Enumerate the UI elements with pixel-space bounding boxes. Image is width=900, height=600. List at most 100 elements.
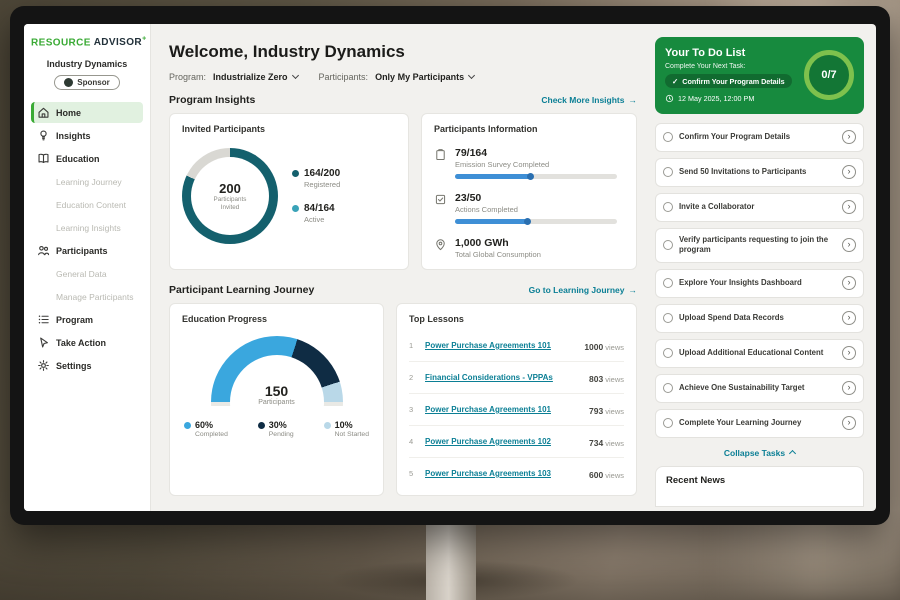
lesson-views-unit: views bbox=[605, 439, 624, 448]
not-started-value: 10% bbox=[335, 420, 369, 430]
task-row-explore-insights[interactable]: Explore Your Insights Dashboard › bbox=[655, 269, 864, 298]
lesson-row: 1 Power Purchase Agreements 101 1000view… bbox=[409, 330, 624, 362]
sidebar-item-learning-insights[interactable]: Learning Insights bbox=[31, 217, 143, 238]
task-label: Invite a Collaborator bbox=[679, 202, 836, 212]
nav-label-education: Education bbox=[56, 154, 100, 164]
lesson-link[interactable]: Power Purchase Agreements 101 bbox=[425, 341, 576, 350]
program-insights-header: Program Insights Check More Insights → bbox=[169, 94, 637, 106]
task-row-confirm-program[interactable]: Confirm Your Program Details › bbox=[655, 123, 864, 152]
completed-label: Completed bbox=[195, 431, 228, 438]
active-dot bbox=[292, 205, 299, 212]
todo-next-task: Confirm Your Program Details bbox=[682, 77, 784, 86]
task-checkbox[interactable] bbox=[663, 418, 673, 428]
lesson-rank: 5 bbox=[409, 469, 417, 478]
task-row-verify-participants[interactable]: Verify participants requesting to join t… bbox=[655, 228, 864, 263]
sidebar-item-manage-participants[interactable]: Manage Participants bbox=[31, 286, 143, 307]
people-icon bbox=[37, 244, 50, 257]
nav-label-take-action: Take Action bbox=[56, 338, 106, 348]
task-checkbox[interactable] bbox=[663, 383, 673, 393]
registered-label: Registered bbox=[304, 180, 340, 189]
chevron-right-icon[interactable]: › bbox=[842, 238, 856, 252]
task-label: Achieve One Sustainability Target bbox=[679, 383, 836, 393]
sidebar-item-insights[interactable]: Insights bbox=[31, 125, 143, 146]
chevron-right-icon[interactable]: › bbox=[842, 381, 856, 395]
lesson-views-unit: views bbox=[605, 471, 624, 480]
sidebar: RESOURCE ADVISOR+ Industry Dynamics Spon… bbox=[24, 24, 151, 511]
lesson-views-count: 734 bbox=[589, 438, 603, 448]
chevron-right-icon[interactable]: › bbox=[842, 165, 856, 179]
pending-value: 30% bbox=[269, 420, 294, 430]
legend-item-pending: 30% Pending bbox=[258, 420, 294, 438]
brand-logo: RESOURCE ADVISOR+ bbox=[31, 36, 143, 48]
lesson-link[interactable]: Power Purchase Agreements 101 bbox=[425, 405, 581, 414]
nav-label-learning-journey: Learning Journey bbox=[56, 177, 122, 187]
task-checkbox[interactable] bbox=[663, 132, 673, 142]
go-to-learning-journey-link[interactable]: Go to Learning Journey → bbox=[529, 285, 637, 295]
registered-dot bbox=[292, 170, 299, 177]
emission-survey-progress-track bbox=[455, 174, 617, 179]
task-checkbox[interactable] bbox=[663, 348, 673, 358]
chevron-right-icon[interactable]: › bbox=[842, 416, 856, 430]
sidebar-item-general-data[interactable]: General Data bbox=[31, 263, 143, 284]
map-pin-icon bbox=[434, 238, 447, 251]
participants-dropdown-value: Only My Participants bbox=[375, 72, 464, 82]
lesson-views: 734views bbox=[589, 433, 624, 451]
task-row-achieve-target[interactable]: Achieve One Sustainability Target › bbox=[655, 374, 864, 403]
task-checkbox[interactable] bbox=[663, 278, 673, 288]
lesson-views-count: 600 bbox=[589, 470, 603, 480]
nav-label-manage-participants: Manage Participants bbox=[56, 292, 134, 302]
task-label: Send 50 Invitations to Participants bbox=[679, 167, 836, 177]
sidebar-item-participants[interactable]: Participants bbox=[31, 240, 143, 261]
task-row-upload-educational-content[interactable]: Upload Additional Educational Content › bbox=[655, 339, 864, 368]
lesson-views-count: 803 bbox=[589, 374, 603, 384]
todo-task-list: Confirm Your Program Details › Send 50 I… bbox=[655, 123, 864, 444]
todo-due-text: 12 May 2025, 12:00 PM bbox=[678, 94, 754, 103]
check-more-insights-link[interactable]: Check More Insights → bbox=[541, 95, 637, 105]
pending-dot bbox=[258, 422, 265, 429]
lesson-link[interactable]: Power Purchase Agreements 102 bbox=[425, 437, 581, 446]
task-checkbox[interactable] bbox=[663, 202, 673, 212]
education-gauge-center: 150 Participants bbox=[211, 383, 343, 406]
task-row-send-invitations[interactable]: Send 50 Invitations to Participants › bbox=[655, 158, 864, 187]
consumption-label: Total Global Consumption bbox=[455, 250, 624, 259]
chevron-right-icon[interactable]: › bbox=[842, 276, 856, 290]
chevron-right-icon[interactable]: › bbox=[842, 200, 856, 214]
chevron-right-icon[interactable]: › bbox=[842, 311, 856, 325]
sidebar-item-home[interactable]: Home bbox=[31, 102, 143, 123]
completed-dot bbox=[184, 422, 191, 429]
sidebar-item-education[interactable]: Education bbox=[31, 148, 143, 169]
lesson-link[interactable]: Financial Considerations - VPPAs bbox=[425, 373, 581, 382]
lesson-views-count: 1000 bbox=[584, 342, 603, 352]
page-title: Welcome, Industry Dynamics bbox=[169, 42, 637, 62]
monitor-stand bbox=[426, 525, 476, 600]
sidebar-item-program[interactable]: Program bbox=[31, 309, 143, 330]
todo-header-card: Your To Do List Complete Your Next Task:… bbox=[655, 37, 864, 114]
actions-progress-fill bbox=[455, 219, 530, 224]
sidebar-item-education-content[interactable]: Education Content bbox=[31, 194, 143, 215]
chevron-right-icon[interactable]: › bbox=[842, 346, 856, 360]
task-row-invite-collaborator[interactable]: Invite a Collaborator › bbox=[655, 193, 864, 222]
pending-label: Pending bbox=[269, 431, 294, 438]
task-row-upload-spend-data[interactable]: Upload Spend Data Records › bbox=[655, 304, 864, 333]
learning-journey-header: Participant Learning Journey Go to Learn… bbox=[169, 284, 637, 296]
task-label: Upload Spend Data Records bbox=[679, 313, 836, 323]
emission-survey-progress-fill bbox=[455, 174, 533, 179]
nav-label-participants: Participants bbox=[56, 246, 108, 256]
sidebar-item-take-action[interactable]: Take Action bbox=[31, 332, 143, 353]
lesson-link[interactable]: Power Purchase Agreements 103 bbox=[425, 469, 581, 478]
task-checkbox[interactable] bbox=[663, 240, 673, 250]
chevron-right-icon[interactable]: › bbox=[842, 130, 856, 144]
nav-label-education-content: Education Content bbox=[56, 200, 126, 210]
sidebar-item-settings[interactable]: Settings bbox=[31, 355, 143, 376]
task-checkbox[interactable] bbox=[663, 167, 673, 177]
sidebar-item-learning-journey[interactable]: Learning Journey bbox=[31, 171, 143, 192]
participants-dropdown[interactable]: Only My Participants bbox=[375, 72, 474, 82]
collapse-tasks-link[interactable]: Collapse Tasks bbox=[655, 448, 864, 458]
sponsor-label: Sponsor bbox=[77, 78, 109, 87]
task-checkbox[interactable] bbox=[663, 313, 673, 323]
task-row-complete-learning-journey[interactable]: Complete Your Learning Journey › bbox=[655, 409, 864, 438]
lesson-row: 3 Power Purchase Agreements 101 793views bbox=[409, 394, 624, 426]
active-value: 84/164 bbox=[304, 203, 335, 214]
program-dropdown[interactable]: Industrialize Zero bbox=[213, 72, 298, 82]
nav-label-program: Program bbox=[56, 315, 93, 325]
